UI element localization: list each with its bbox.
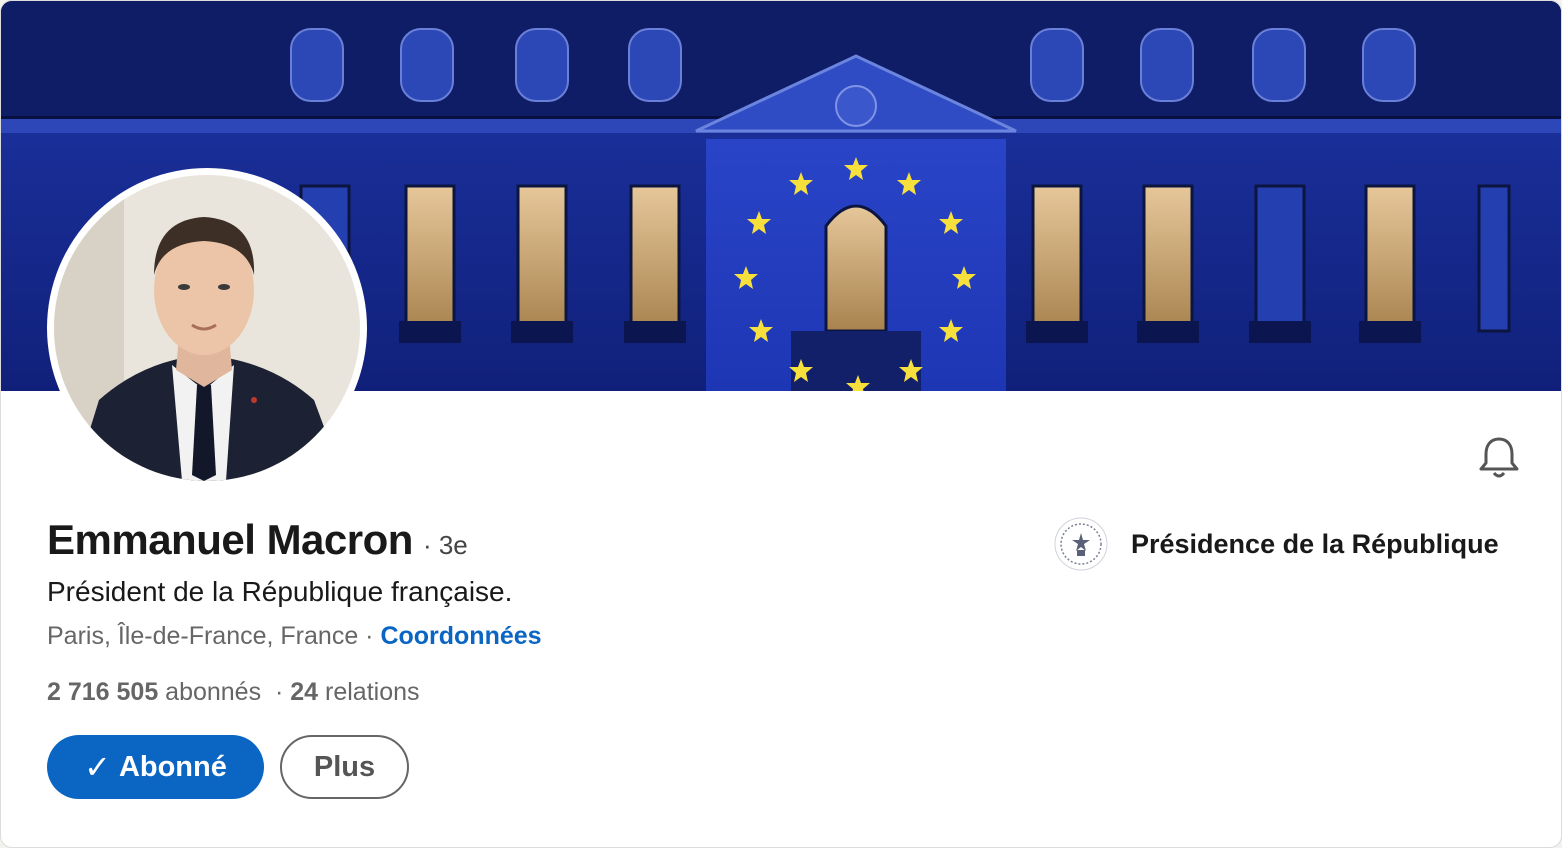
relations-label: relations (318, 678, 420, 706)
profile-headline: Président de la République française. (47, 576, 513, 607)
following-label: Abonné (118, 750, 227, 783)
followers-count[interactable]: 2 716 505 (47, 678, 158, 706)
bell-icon[interactable] (1475, 433, 1523, 481)
location-separator: · (358, 622, 381, 650)
profile-name: Emmanuel Macron (47, 516, 413, 563)
following-button[interactable]: ✓ Abonné (47, 735, 264, 799)
name-row: Emmanuel Macron · 3e (47, 516, 468, 564)
check-icon: ✓ (84, 749, 111, 785)
presidence-seal-icon (1054, 517, 1108, 571)
connection-degree: · 3e (422, 530, 468, 560)
profile-card: Emmanuel Macron · 3e Président de la Rép… (0, 0, 1562, 848)
organization-name: Présidence de la République (1131, 528, 1499, 559)
followers-label: abonnés (158, 678, 262, 706)
stats-row: 2 716 505 abonnés · 24 relations (47, 678, 420, 707)
relations-count[interactable]: 24 (290, 678, 318, 706)
contact-info-link[interactable]: Coordonnées (380, 622, 541, 650)
location-row: Paris, Île-de-France, France · Coordonné… (47, 622, 542, 651)
stats-separator: · (261, 678, 291, 706)
location-text: Paris, Île-de-France, France (47, 622, 359, 650)
more-button[interactable]: Plus (280, 735, 409, 799)
profile-photo[interactable] (47, 168, 367, 488)
more-label: Plus (313, 750, 376, 783)
organization-link[interactable]: Présidence de la République (1053, 516, 1499, 572)
